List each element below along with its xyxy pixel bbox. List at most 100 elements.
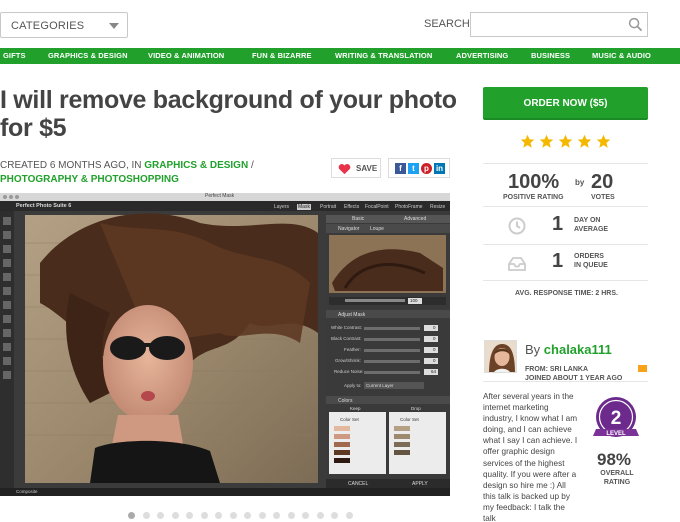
seller-country: FROM: SRI LANKA xyxy=(525,366,588,373)
orders-queue-value: 1 xyxy=(552,250,564,272)
value-reduce-noise[interactable]: 64 xyxy=(431,369,436,374)
cancel-button[interactable]: CANCEL xyxy=(348,481,368,487)
save-button[interactable]: SAVE xyxy=(331,158,381,178)
gig-image[interactable]: Perfect Mask Perfect Photo Suite 6 Layer… xyxy=(0,193,450,496)
votes-value: 20 xyxy=(591,171,614,193)
share-buttons: f t p in xyxy=(388,158,450,178)
carousel-dot[interactable] xyxy=(287,512,295,519)
twitter-icon[interactable]: t xyxy=(408,163,419,174)
apply-button[interactable]: APPLY xyxy=(412,481,428,487)
nav-item-writing-translation[interactable]: WRITING & TRANSLATION xyxy=(335,51,432,60)
carousel-dot[interactable] xyxy=(229,512,237,519)
slider-white-contrast: White Contrast: xyxy=(331,325,363,330)
gig-title: I will remove background of your photo f… xyxy=(0,86,457,142)
composite-select[interactable]: Composite xyxy=(16,489,38,494)
divider xyxy=(483,280,648,281)
app-title: Perfect Mask xyxy=(205,193,235,199)
search-icon[interactable] xyxy=(628,17,643,32)
nav-item-fun-bizarre[interactable]: FUN & BIZARRE xyxy=(252,51,312,60)
carousel-dot[interactable] xyxy=(215,512,222,519)
tab-resize[interactable]: Resize xyxy=(430,204,445,210)
drop-color-set: Color Set xyxy=(400,417,419,422)
keep-label: Keep xyxy=(350,406,361,411)
carousel-dot[interactable] xyxy=(171,512,179,519)
nav-item-video-animation[interactable]: VIDEO & ANIMATION xyxy=(148,51,224,60)
seller-name-link[interactable]: chalaka111 xyxy=(544,342,612,357)
carousel-dot[interactable] xyxy=(157,512,164,519)
positive-rating-value: 100% xyxy=(508,171,560,193)
nav-item-graphics-design[interactable]: GRAPHICS & DESIGN xyxy=(48,51,128,60)
value-feather[interactable]: 0 xyxy=(433,347,436,352)
categories-dropdown[interactable]: CATEGORIES xyxy=(0,12,128,38)
delivery-days-label-2: AVERAGE xyxy=(574,226,609,233)
tab-photoframe[interactable]: PhotoFrame xyxy=(395,204,423,210)
value-grow-shrink[interactable]: 0 xyxy=(433,358,436,363)
carousel-dot[interactable] xyxy=(200,512,208,519)
tab-focalpoint[interactable]: FocalPoint xyxy=(365,204,389,210)
colors-label: Colors xyxy=(338,397,353,404)
level-label: LEVEL xyxy=(606,431,626,437)
slider-reduce-noise: Reduce Noise: xyxy=(334,369,364,374)
carousel-dot[interactable] xyxy=(258,512,266,519)
perfect-mask-window xyxy=(0,193,450,496)
categories-label: CATEGORIES xyxy=(11,20,85,32)
save-label: SAVE xyxy=(356,164,378,173)
heart-icon xyxy=(338,164,351,175)
apply-to-select[interactable]: Current Layer xyxy=(366,383,394,388)
clock-icon xyxy=(508,217,526,235)
divider xyxy=(483,244,648,245)
carousel-dot[interactable] xyxy=(142,512,150,519)
rating-stars xyxy=(520,134,612,150)
created-text: CREATED 6 MONTHS AGO, IN xyxy=(0,160,145,171)
slider-black-contrast: Black Contrast: xyxy=(331,336,362,341)
keep-color-set: Color Set xyxy=(340,417,359,422)
carousel-dot[interactable] xyxy=(302,512,309,519)
navigator-label: Navigator xyxy=(338,226,360,232)
chevron-down-icon xyxy=(109,23,119,29)
nav-item-music-audio[interactable]: MUSIC & AUDIO xyxy=(592,51,651,60)
tab-basic[interactable]: Basic xyxy=(352,216,364,222)
value-black-contrast[interactable]: 0 xyxy=(433,336,436,341)
linkedin-icon[interactable]: in xyxy=(434,163,445,174)
carousel-dot[interactable] xyxy=(273,512,280,519)
carousel-dot[interactable] xyxy=(244,512,251,519)
tab-effects[interactable]: Effects xyxy=(344,204,359,210)
tab-portrait[interactable]: Portrait xyxy=(320,204,336,210)
category-nav: GIFTS GRAPHICS & DESIGN VIDEO & ANIMATIO… xyxy=(0,48,680,64)
facebook-icon[interactable]: f xyxy=(395,163,406,174)
carousel-dot[interactable] xyxy=(316,512,324,519)
inbox-icon xyxy=(508,257,526,271)
carousel-dot[interactable] xyxy=(331,512,338,519)
carousel-dot[interactable] xyxy=(345,512,353,519)
nav-item-gifts[interactable]: GIFTS xyxy=(3,51,26,60)
orders-queue-label-2: IN QUEUE xyxy=(574,262,608,269)
carousel-dot[interactable] xyxy=(128,512,135,519)
tab-mask[interactable]: Mask xyxy=(297,203,311,210)
search-input[interactable] xyxy=(470,12,648,37)
seller-avatar[interactable] xyxy=(484,340,517,373)
slider-grow-shrink: Grow/Shrink: xyxy=(335,358,362,363)
subcategory-link[interactable]: PHOTOGRAPHY & PHOTOSHOPPING xyxy=(0,174,179,185)
star-icon xyxy=(539,134,554,148)
nav-item-business[interactable]: BUSINESS xyxy=(531,51,570,60)
zoom-value[interactable]: 100 xyxy=(410,298,418,303)
value-white-contrast[interactable]: 0 xyxy=(433,325,436,330)
order-now-button[interactable]: ORDER NOW ($5) xyxy=(483,87,648,120)
category-link[interactable]: GRAPHICS & DESIGN xyxy=(144,160,248,171)
positive-rating-label: POSITIVE RATING xyxy=(503,194,564,201)
divider xyxy=(483,381,648,382)
pinterest-icon[interactable]: p xyxy=(421,163,432,174)
apply-to-label: Apply to: xyxy=(344,383,362,388)
breadcrumb-separator: / xyxy=(248,160,254,171)
seller-byline: By chalaka111 xyxy=(525,342,612,357)
seller-bio: After several years in the internet mark… xyxy=(483,392,578,522)
nav-item-advertising[interactable]: ADVERTISING xyxy=(456,51,508,60)
sri-lanka-flag-icon xyxy=(638,365,647,372)
carousel-dot[interactable] xyxy=(186,512,193,519)
tab-layers[interactable]: Layers xyxy=(274,204,289,210)
level-number: 2 xyxy=(611,408,622,429)
divider xyxy=(483,163,648,164)
tab-advanced[interactable]: Advanced xyxy=(404,216,426,222)
star-icon xyxy=(577,134,592,148)
top-bar: CATEGORIES SEARCH xyxy=(0,0,680,48)
